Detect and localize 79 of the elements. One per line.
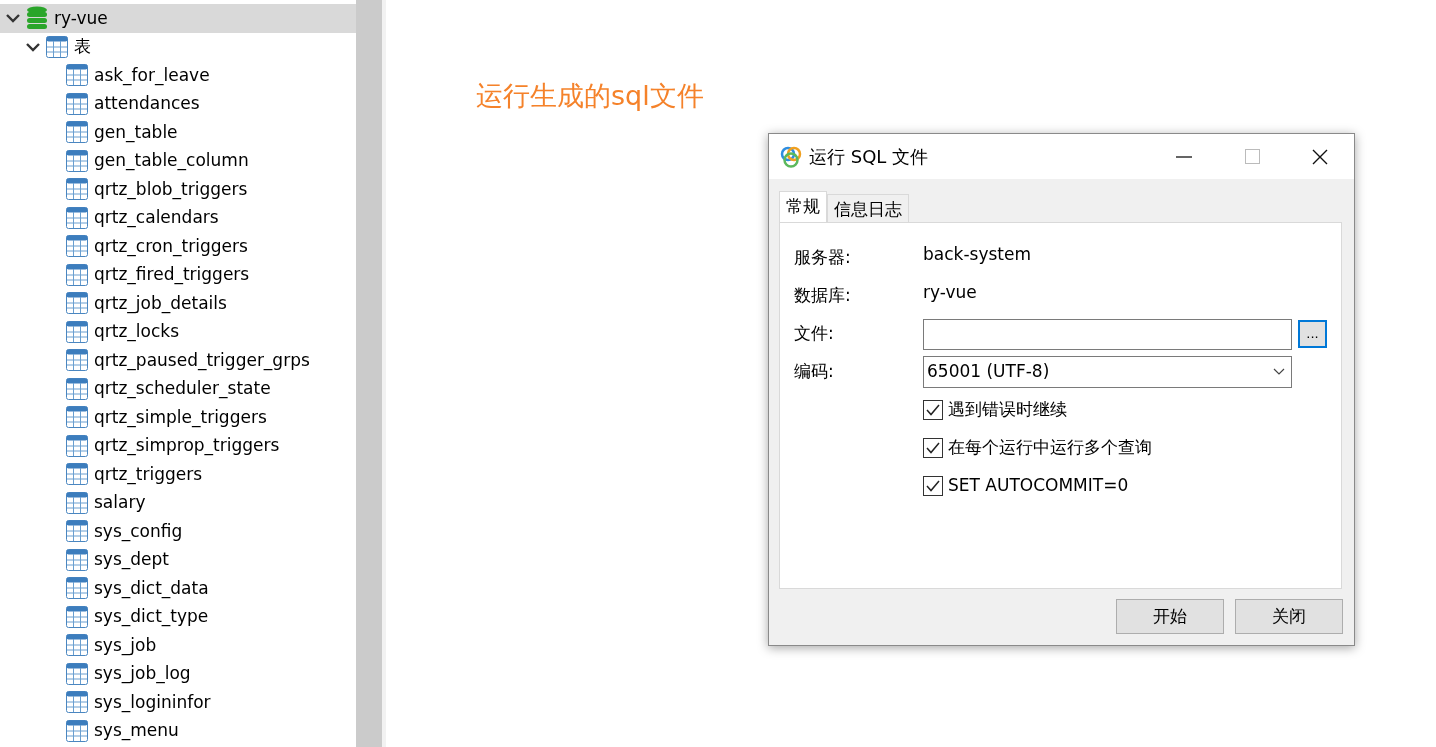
tree-item[interactable]: attendances <box>0 89 356 118</box>
tree-item[interactable]: sys_job_log <box>0 659 356 688</box>
field-label: 服务器: <box>794 246 852 270</box>
close-icon <box>1312 148 1328 165</box>
table-icon <box>66 520 88 543</box>
table-icon <box>66 263 88 286</box>
tree-item[interactable]: ask_for_leave <box>0 61 356 90</box>
window-title: 运行 SQL 文件 <box>809 145 929 169</box>
checkbox-label: 遇到错误时继续 <box>948 398 1067 422</box>
tree-item[interactable]: qrtz_simprop_triggers <box>0 431 356 460</box>
table-icon <box>66 577 88 600</box>
table-icon <box>66 292 88 315</box>
table-icon <box>66 92 88 115</box>
tree-item[interactable]: qrtz_fired_triggers <box>0 260 356 289</box>
tree-item[interactable]: sys_job <box>0 631 356 660</box>
table-icon <box>66 149 88 172</box>
checkbox-label: SET AUTOCOMMIT=0 <box>948 474 1129 498</box>
dialog-button[interactable]: 关闭 <box>1235 599 1343 634</box>
tree-item[interactable]: qrtz_triggers <box>0 460 356 489</box>
tree-item[interactable]: sys_logininfor <box>0 688 356 717</box>
table-icon <box>66 605 88 628</box>
annotation-text: 运行生成的sql文件 <box>476 79 704 113</box>
table-icon <box>66 349 88 372</box>
table-icon <box>46 35 68 58</box>
tree-item[interactable]: ry-vue <box>0 4 356 33</box>
table-icon <box>66 634 88 657</box>
tree-item[interactable]: 表 <box>0 32 356 61</box>
field-label: 数据库: <box>794 284 852 308</box>
table-icon <box>66 491 88 514</box>
tree-item[interactable]: sys_dict_data <box>0 574 356 603</box>
table-icon <box>66 64 88 87</box>
table-icon <box>66 434 88 457</box>
file-path-field[interactable] <box>923 318 1292 350</box>
table-icon <box>66 178 88 201</box>
tab[interactable]: 信息日志 <box>827 194 909 222</box>
tree-item[interactable]: qrtz_cron_triggers <box>0 232 356 261</box>
tab[interactable]: 常规 <box>779 191 827 222</box>
tree-item[interactable]: gen_table <box>0 118 356 147</box>
tree-item[interactable]: sys_menu <box>0 716 356 745</box>
minimize-icon <box>1176 155 1192 158</box>
table-icon <box>66 320 88 343</box>
checkbox[interactable] <box>923 400 943 420</box>
field-label: 编码: <box>794 360 835 384</box>
tree-item[interactable]: sys_dept <box>0 545 356 574</box>
app-logo-icon <box>779 144 803 169</box>
table-icon <box>66 548 88 571</box>
field-value: back-system <box>923 243 1031 267</box>
table-icon <box>66 235 88 258</box>
tree-item[interactable]: qrtz_blob_triggers <box>0 175 356 204</box>
scrollbar[interactable] <box>356 0 382 747</box>
table-icon <box>66 377 88 400</box>
maximize-icon <box>1244 149 1260 164</box>
checkbox-label: 在每个运行中运行多个查询 <box>948 436 1152 460</box>
field-value: ry-vue <box>923 281 977 305</box>
tree-item[interactable]: sys_dict_type <box>0 602 356 631</box>
encoding-dropdown[interactable]: 65001 (UTF-8) <box>923 356 1292 388</box>
checkbox[interactable] <box>923 438 943 458</box>
tree-item[interactable]: qrtz_calendars <box>0 203 356 232</box>
table-icon <box>66 719 88 742</box>
tree-item[interactable]: qrtz_locks <box>0 317 356 346</box>
table-icon <box>66 121 88 144</box>
table-icon <box>66 406 88 429</box>
dialog-button[interactable]: 开始 <box>1116 599 1224 634</box>
checkbox[interactable] <box>923 476 943 496</box>
table-icon <box>66 206 88 229</box>
tree-item[interactable]: qrtz_simple_triggers <box>0 403 356 432</box>
tree-item[interactable]: gen_table_column <box>0 146 356 175</box>
dropdown-caret-icon <box>1273 368 1285 376</box>
table-icon <box>66 662 88 685</box>
tree-item[interactable]: sys_config <box>0 517 356 546</box>
browse-button[interactable]: ... <box>1298 320 1327 348</box>
tree-item[interactable]: qrtz_scheduler_state <box>0 374 356 403</box>
field-label: 文件: <box>794 322 835 346</box>
tree-item[interactable]: qrtz_job_details <box>0 289 356 318</box>
tree-item[interactable]: salary <box>0 488 356 517</box>
database-icon <box>26 6 48 31</box>
table-icon <box>66 463 88 486</box>
table-icon <box>66 691 88 714</box>
tree-item[interactable]: qrtz_paused_trigger_grps <box>0 346 356 375</box>
